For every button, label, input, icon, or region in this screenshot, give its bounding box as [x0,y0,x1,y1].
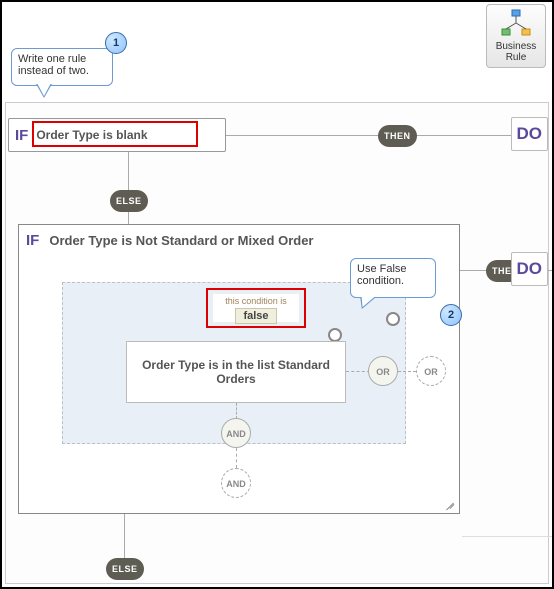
do-label-1: DO [517,124,543,143]
callout-1: Write one rule instead of two. [11,48,113,86]
do-box-1[interactable]: DO [511,117,549,151]
if-head-2: IF Order Type is Not Standard or Mixed O… [26,232,314,249]
if-condition-2: Order Type is Not Standard or Mixed Orde… [49,233,313,248]
else-pill-2: ELSE [106,558,144,580]
flowchart-icon [487,9,545,39]
business-rule-button[interactable]: Business Rule [486,4,546,68]
if-label-2: IF [26,232,39,249]
highlight-box-2 [206,288,306,328]
connector-dashed [398,371,416,372]
callout-2-text: Use False condition. [357,263,407,287]
connector-line [462,536,552,537]
do-label-2: DO [517,259,543,278]
callout-1-tail [36,84,52,98]
or-node-outer[interactable]: OR [416,356,446,386]
else-pill-1: ELSE [110,190,148,212]
and-node-1[interactable]: AND [221,418,251,448]
callout-1-text: Write one rule instead of two. [18,53,89,77]
or-node-inner[interactable]: OR [368,356,398,386]
inner-condition-text: Order Type is in the list Standard Order… [141,358,331,386]
callout-badge-1: 1 [105,32,127,54]
radio-node[interactable] [328,328,342,342]
connector-dashed [236,448,237,468]
business-rule-label: Business Rule [487,41,545,63]
connector-dashed [236,403,237,419]
connector-line [124,514,125,558]
connector-dashed [346,371,370,372]
callout-2: Use False condition. [350,258,436,298]
resize-handle-icon[interactable] [443,497,455,509]
callout-badge-2: 2 [440,304,462,326]
do-box-2[interactable]: DO [511,252,549,286]
inner-condition-card[interactable]: Order Type is in the list Standard Order… [126,341,346,403]
diagram-canvas: Business Rule Write one rule instead of … [0,0,554,589]
radio-node[interactable] [386,312,400,326]
highlight-box-1 [32,121,198,147]
if-label: IF [15,127,28,144]
and-node-2[interactable]: AND [221,468,251,498]
then-pill-1: THEN [378,125,417,147]
connector-line [128,152,129,224]
